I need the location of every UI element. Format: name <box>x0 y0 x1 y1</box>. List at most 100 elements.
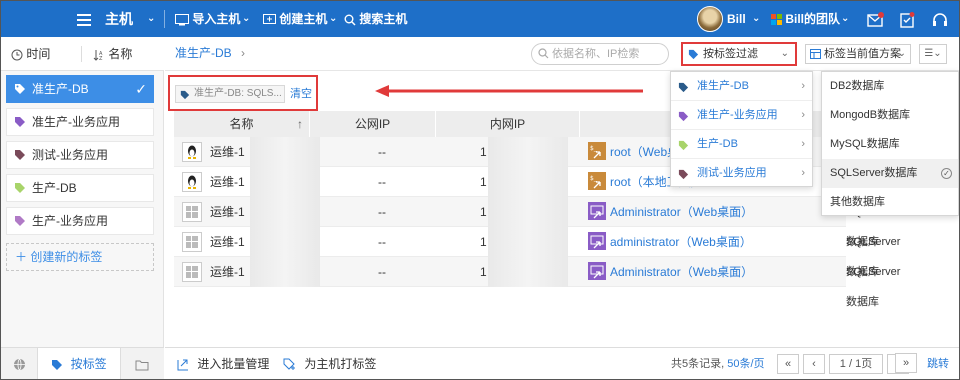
sidebar-item-tag[interactable]: 测试-业务应用 <box>6 141 154 169</box>
chevron-down-icon[interactable]: ⌄ <box>242 1 250 37</box>
host-name[interactable]: 运维-1 <box>210 227 245 257</box>
host-name[interactable]: 运维-1 <box>210 137 245 167</box>
tag-icon <box>15 150 25 160</box>
chevron-down-icon[interactable]: ⌄ <box>841 1 849 37</box>
menu-item-value-selected[interactable]: SQLServer数据库 ✓ <box>822 159 958 188</box>
account-link[interactable]: administrator（Web桌面） <box>610 227 752 257</box>
breadcrumb[interactable]: 准生产-DB › <box>175 37 245 70</box>
sort-by-name[interactable]: AZ 名称 <box>93 37 132 71</box>
clear-filter-link[interactable]: 清空 <box>290 85 312 103</box>
sidebar-item-tag[interactable]: 准生产-DB ✓ <box>6 75 154 103</box>
menu-item-value[interactable]: MySQL数据库 <box>822 130 958 159</box>
tasks-button[interactable] <box>899 1 915 37</box>
table-row[interactable]: 运维-1 -- 1 Administrator（Web桌面） SQLServer… <box>174 197 900 248</box>
private-ip: 1 <box>480 265 487 279</box>
page-indicator[interactable]: 1 / 1页 <box>829 354 883 374</box>
support-button[interactable] <box>932 1 948 37</box>
annotation-arrow-icon <box>375 85 643 97</box>
menu-item-tag[interactable]: 测试-业务应用 › <box>671 159 812 188</box>
check-icon: ✓ <box>135 81 147 97</box>
tag-hosts-button[interactable]: 为主机打标签 <box>283 348 376 379</box>
menu-toggle[interactable] <box>77 1 91 37</box>
batch-manage-button[interactable]: 进入批量管理 <box>177 348 269 379</box>
host-name[interactable]: 运维-1 <box>210 167 245 197</box>
sidebar-item-tag[interactable]: 准生产-业务应用 <box>6 108 154 136</box>
host-name[interactable]: 运维-1 <box>210 257 245 287</box>
menu-item-tag[interactable]: 生产-DB › <box>671 130 812 159</box>
column-header-public-ip[interactable]: 公网IP <box>310 111 436 137</box>
module-title[interactable]: 主机 <box>105 1 133 37</box>
last-page-button[interactable]: » <box>895 353 917 373</box>
menu-item-value[interactable]: DB2数据库 <box>822 72 958 101</box>
chevron-right-icon: › <box>801 109 805 121</box>
remote-desktop-icon: $_ <box>588 142 606 160</box>
sort-by-time[interactable]: 时间 <box>11 37 50 71</box>
sidebar-item-tag[interactable]: 生产-业务应用 <box>6 207 154 235</box>
filter-chip[interactable]: 准生产-DB: SQLS... <box>175 85 285 103</box>
tag-scheme-dropdown[interactable]: 标签当前值方案 ⌄ <box>805 44 911 64</box>
menu-item-tag[interactable]: 准生产-业务应用 › <box>671 101 812 130</box>
menu-item-value[interactable]: 其他数据库 <box>822 188 958 217</box>
redacted-area <box>488 227 568 257</box>
redacted-area <box>250 227 320 257</box>
list-icon: ☰⌄ <box>924 48 942 59</box>
sidebar-bottom-tabs: 按标签 <box>1 347 164 379</box>
redacted-area <box>250 257 320 287</box>
host-name[interactable]: 运维-1 <box>210 197 245 227</box>
prev-page-button[interactable]: ‹ <box>803 354 825 374</box>
tag-icon <box>688 49 699 60</box>
sidebar-item-tag[interactable]: 生产-DB <box>6 174 154 202</box>
column-header-name[interactable]: 名称 ↑ <box>174 111 310 137</box>
account-link[interactable]: Administrator（Web桌面） <box>610 197 753 227</box>
tab-by-tag[interactable]: 按标签 <box>37 348 121 379</box>
table-row[interactable]: 运维-1 -- 1 administrator（Web桌面） SQLServer… <box>174 227 900 278</box>
first-page-button[interactable]: « <box>777 354 799 374</box>
chevron-down-icon: ⌄ <box>780 48 789 59</box>
linux-icon <box>182 172 202 192</box>
tag-add-icon <box>283 358 295 371</box>
per-page-select[interactable]: 50条/页 <box>727 358 764 370</box>
redacted-area <box>488 167 568 197</box>
tag-icon <box>15 117 25 127</box>
chevron-down-icon[interactable]: ⌄ <box>752 1 760 37</box>
sort-row: 时间 AZ 名称 <box>1 37 164 71</box>
create-host-button[interactable]: 创建主机 <box>263 1 327 37</box>
search-input[interactable]: 依据名称、IP检索 <box>531 43 669 65</box>
linux-icon <box>182 142 202 162</box>
column-settings-button[interactable]: ☰⌄ <box>919 44 947 64</box>
tab-folder[interactable] <box>121 348 163 379</box>
tag-icon <box>15 84 25 94</box>
bottom-toolbar: 进入批量管理 为主机打标签 共5条记录, 50条/页 « ‹ 1 / 1页 › … <box>165 347 959 379</box>
user-name[interactable]: Bill <box>727 1 746 37</box>
messages-button[interactable] <box>867 1 885 37</box>
team-switcher[interactable]: Bill的团队 <box>771 1 840 37</box>
chevron-right-icon: › <box>241 46 246 60</box>
batch-icon <box>177 359 188 371</box>
jump-button[interactable]: 跳转 <box>927 348 949 379</box>
menu-item-value[interactable]: MongodB数据库 <box>822 101 958 130</box>
account-link[interactable]: Administrator（Web桌面） <box>610 257 753 287</box>
chevron-down-icon[interactable]: ⌄ <box>329 1 337 37</box>
tab-globe[interactable] <box>1 348 37 379</box>
import-hosts-button[interactable]: 导入主机 <box>175 1 240 37</box>
sort-alpha-icon: AZ <box>93 49 103 62</box>
headset-icon <box>933 13 947 26</box>
search-icon <box>538 48 549 59</box>
chevron-down-icon[interactable]: ⌄ <box>147 1 155 37</box>
chevron-right-icon: › <box>801 138 805 150</box>
create-tag-button[interactable]: ＋ 创建新的标签 <box>6 243 154 271</box>
windows-logo-icon <box>771 14 782 26</box>
table-row[interactable]: 运维-1 -- 1 Administrator（Web桌面） SQLServer… <box>174 257 900 308</box>
redacted-area <box>488 137 568 167</box>
avatar[interactable] <box>697 6 723 32</box>
column-header-private-ip[interactable]: 内网IP <box>436 111 580 137</box>
private-ip: 1 <box>480 235 487 249</box>
remote-desktop-icon: $_ <box>588 172 606 190</box>
menu-item-tag[interactable]: 准生产-DB › <box>671 72 812 101</box>
tag-filter-dropdown[interactable]: 按标签过滤 ⌄ <box>681 42 797 66</box>
svg-text:$_: $_ <box>590 175 598 182</box>
svg-text:$_: $_ <box>590 145 598 152</box>
redacted-area <box>488 257 568 287</box>
sort-arrow-icon: ↑ <box>297 117 303 131</box>
search-hosts-button[interactable]: 搜索主机 <box>344 1 407 37</box>
